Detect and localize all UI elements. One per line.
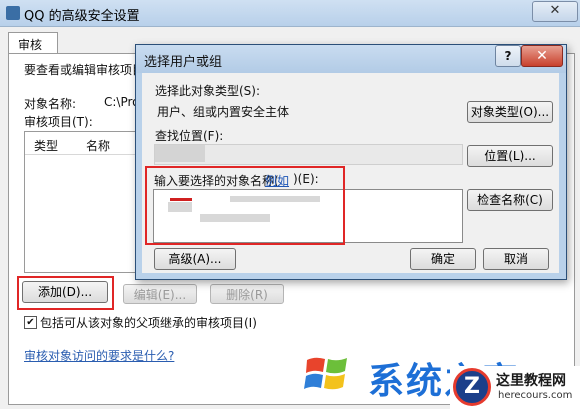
object-name-label: 对象名称: bbox=[24, 97, 77, 111]
object-types-button[interactable]: 对象类型(O)... bbox=[467, 101, 553, 123]
cancel-button[interactable]: 取消 bbox=[483, 248, 549, 270]
remove-button[interactable]: 删除(R) bbox=[210, 284, 284, 304]
inherit-checkbox[interactable]: ✔ bbox=[24, 316, 37, 329]
site-logo-letter: Z bbox=[464, 374, 480, 399]
tab-audit-label: 审核 bbox=[18, 38, 43, 52]
check-names-button[interactable]: 检查名称(C) bbox=[467, 189, 553, 211]
list-header-divider bbox=[25, 154, 153, 155]
advanced-button[interactable]: 高级(A)... bbox=[154, 248, 236, 270]
site-url: herecours.com bbox=[498, 390, 573, 401]
dialog-title: 选择用户或组 bbox=[144, 55, 223, 70]
windows-logo-icon bbox=[304, 357, 347, 390]
site-name: 这里教程网 bbox=[496, 373, 566, 389]
edit-button[interactable]: 编辑(E)... bbox=[123, 284, 197, 304]
locations-button[interactable]: 位置(L)... bbox=[467, 145, 553, 167]
location-value-redacted bbox=[155, 145, 205, 162]
dialog-close-button[interactable]: ✕ bbox=[521, 45, 563, 67]
column-header-type[interactable]: 类型 bbox=[34, 137, 58, 154]
column-header-name[interactable]: 名称 bbox=[86, 137, 110, 154]
object-type-value: 用户、组或内置安全主体 bbox=[157, 105, 290, 119]
ok-button[interactable]: 确定 bbox=[410, 248, 476, 270]
audit-help-link[interactable]: 审核对象访问的要求是什么? bbox=[24, 347, 174, 364]
window-close-button[interactable]: ✕ bbox=[532, 1, 578, 22]
app-icon bbox=[6, 6, 20, 20]
window-title: QQ 的高级安全设置 bbox=[24, 9, 140, 24]
object-names-highlight bbox=[145, 166, 345, 245]
inherit-checkbox-label: 包括可从该对象的父项继承的审核项目(I) bbox=[40, 316, 257, 330]
add-button-highlight bbox=[17, 276, 114, 310]
object-type-label: 选择此对象类型(S): bbox=[155, 84, 261, 98]
dialog-help-button[interactable]: ? bbox=[495, 45, 521, 67]
location-label: 查找位置(F): bbox=[155, 129, 224, 143]
audit-items-label: 审核项目(T): bbox=[24, 115, 93, 129]
